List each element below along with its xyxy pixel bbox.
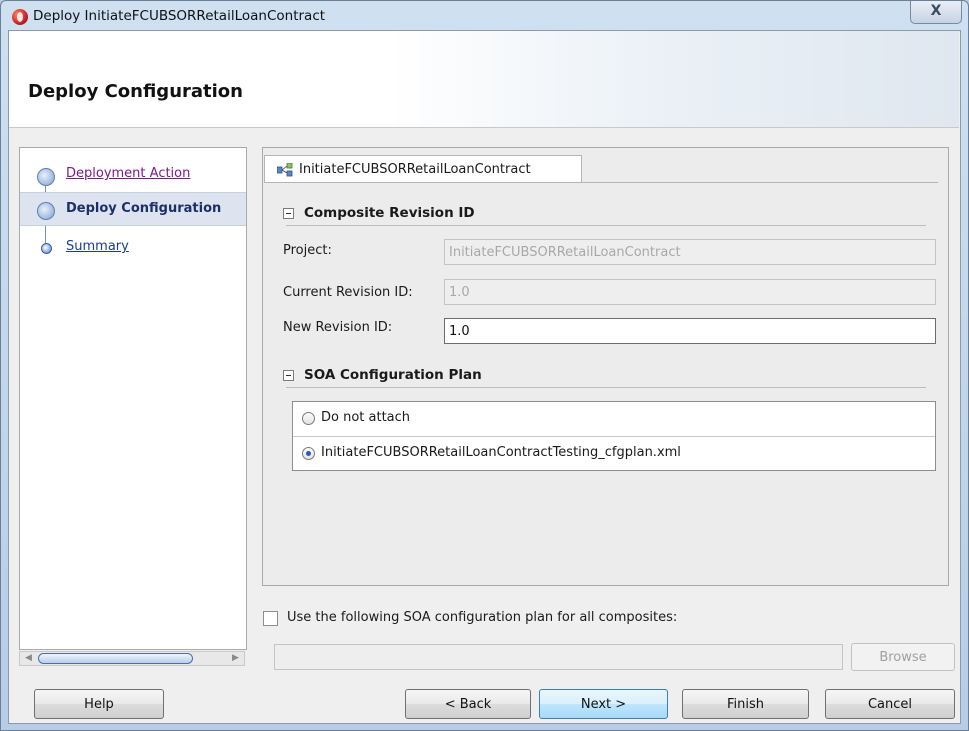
- finish-button[interactable]: Finish: [682, 689, 809, 719]
- radio-button-selected[interactable]: [302, 447, 315, 460]
- step-current-icon: [37, 202, 55, 220]
- soa-plan-options-list: Do not attach InitiateFCUBSORRetailLoanC…: [292, 401, 936, 471]
- help-button[interactable]: Help: [34, 689, 164, 719]
- button-label: Cancel: [867, 696, 913, 712]
- window-title: Deploy InitiateFCUBSORRetailLoanContract: [33, 8, 326, 24]
- project-field: [444, 239, 936, 265]
- option-label[interactable]: InitiateFCUBSORRetailLoanContractTesting…: [321, 445, 681, 460]
- composite-revision-section-header[interactable]: Composite Revision ID: [283, 205, 475, 221]
- scroll-left-arrow-icon[interactable]: ◀: [21, 652, 36, 665]
- jdeveloper-app-icon: [12, 9, 28, 25]
- title-bar[interactable]: Deploy InitiateFCUBSORRetailLoanContract…: [1, 1, 968, 31]
- cancel-button[interactable]: Cancel: [825, 689, 955, 719]
- plan-path-field: [274, 644, 843, 670]
- use-plan-for-all-label[interactable]: Use the following SOA configuration plan…: [287, 610, 677, 625]
- close-icon: X: [930, 3, 942, 19]
- section-title: Composite Revision ID: [304, 205, 475, 221]
- button-label: < Back: [444, 696, 492, 712]
- soa-plan-section-header[interactable]: SOA Configuration Plan: [283, 367, 482, 383]
- current-revision-label: Current Revision ID:: [283, 285, 413, 300]
- collapse-icon[interactable]: [283, 369, 294, 381]
- next-button[interactable]: Next >: [539, 689, 668, 719]
- tab-strip-line: [264, 182, 938, 183]
- button-label: Finish: [726, 696, 764, 712]
- new-revision-field[interactable]: [444, 318, 936, 344]
- dialog-header: Deploy Configuration: [9, 31, 959, 128]
- scroll-right-arrow-icon[interactable]: ▶: [228, 652, 243, 665]
- back-button[interactable]: < Back: [405, 689, 531, 719]
- scrollbar-thumb[interactable]: [38, 653, 193, 664]
- plan-option-do-not-attach[interactable]: Do not attach: [293, 402, 935, 437]
- tab-label[interactable]: InitiateFCUBSORRetailLoanContract: [299, 162, 531, 177]
- project-label: Project:: [283, 243, 332, 258]
- current-revision-field: [444, 279, 936, 305]
- collapse-icon[interactable]: [283, 207, 294, 219]
- step-label[interactable]: Summary: [66, 239, 129, 254]
- step-next-icon: [41, 243, 52, 254]
- step-deployment-action[interactable]: Deployment Action: [20, 161, 246, 189]
- section-divider: [286, 387, 926, 388]
- section-divider: [286, 225, 926, 226]
- radio-button[interactable]: [302, 412, 315, 425]
- browse-button: Browse: [851, 643, 955, 671]
- use-plan-for-all-checkbox[interactable]: [263, 611, 278, 626]
- option-label[interactable]: Do not attach: [321, 410, 410, 425]
- plan-option-cfgplan[interactable]: InitiateFCUBSORRetailLoanContractTesting…: [293, 437, 935, 471]
- step-summary[interactable]: Summary: [20, 234, 246, 262]
- page-title: Deploy Configuration: [28, 81, 243, 102]
- step-deploy-configuration[interactable]: Deploy Configuration: [20, 192, 246, 226]
- button-label: Next >: [580, 696, 627, 712]
- step-visited-icon: [37, 168, 55, 186]
- step-label: Deploy Configuration: [66, 201, 222, 216]
- sidebar-horizontal-scrollbar[interactable]: ◀ ▶: [19, 651, 245, 666]
- tab-composite[interactable]: InitiateFCUBSORRetailLoanContract: [264, 155, 582, 183]
- button-label: Help: [84, 696, 114, 712]
- new-revision-label: New Revision ID:: [283, 320, 393, 335]
- composite-icon: [277, 163, 293, 177]
- window-close-button[interactable]: X: [910, 1, 962, 24]
- step-label[interactable]: Deployment Action: [66, 166, 190, 181]
- wizard-steps-panel: Deployment Action Deploy Configuration S…: [19, 147, 247, 650]
- section-title: SOA Configuration Plan: [304, 367, 482, 383]
